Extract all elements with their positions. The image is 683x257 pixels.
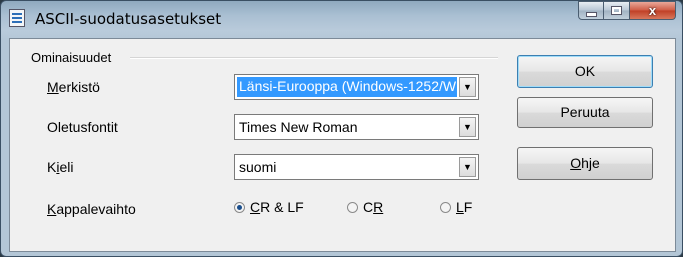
radio-indicator[interactable]: [440, 201, 451, 213]
radio-indicator[interactable]: [347, 201, 358, 213]
radio-cr-lf-mnemonic: C: [250, 199, 261, 215]
language-combo[interactable]: suomi ▼: [234, 154, 479, 180]
charset-label-rest: erkistö: [58, 79, 100, 95]
radio-indicator[interactable]: [234, 201, 245, 213]
chevron-down-icon[interactable]: ▼: [459, 157, 476, 177]
language-value: suomi: [239, 159, 277, 175]
maximize-icon: [611, 6, 622, 15]
title-bar[interactable]: ASCII-suodatusasetukset x: [1, 1, 682, 37]
chevron-down-icon[interactable]: ▼: [459, 77, 476, 97]
close-icon: x: [648, 3, 657, 18]
paragraph-label-mnemonic: K: [47, 201, 57, 217]
fonts-value: Times New Roman: [239, 119, 358, 135]
group-divider: [130, 57, 498, 59]
group-label: Ominaisuudet: [31, 50, 112, 65]
close-button[interactable]: x: [630, 1, 676, 20]
window-title: ASCII-suodatusasetukset: [35, 10, 222, 28]
radio-cr-lf-rest: R & LF: [260, 199, 304, 215]
caption-buttons: x: [578, 1, 676, 21]
dialog-window: ASCII-suodatusasetukset x Ominaisuudet M…: [0, 0, 683, 257]
radio-cr-pre: C: [363, 199, 374, 215]
help-button[interactable]: Ohje: [517, 147, 653, 180]
fonts-label: Oletusfontit: [47, 119, 118, 135]
fonts-combo[interactable]: Times New Roman ▼: [234, 114, 479, 140]
charset-label-mnemonic: M: [47, 79, 59, 95]
help-rest: hje: [581, 155, 600, 171]
radio-cr-lf[interactable]: CR & LF: [234, 199, 304, 215]
cancel-button[interactable]: Peruuta: [517, 97, 653, 128]
charset-label: Merkistö: [47, 79, 100, 95]
document-icon: [9, 9, 25, 27]
maximize-button[interactable]: [604, 1, 630, 20]
language-label-pre: K: [47, 159, 57, 175]
paragraph-break-label: Kappalevaihto: [47, 201, 136, 217]
language-label: Kieli: [47, 159, 73, 175]
radio-lf-rest: F: [463, 199, 473, 215]
radio-cr-mnemonic: R: [373, 199, 384, 215]
dialog-body: Ominaisuudet Merkistö Länsi-Eurooppa (Wi…: [9, 38, 676, 252]
radio-cr[interactable]: CR: [347, 199, 383, 215]
minimize-icon: [585, 11, 597, 17]
minimize-button[interactable]: [578, 1, 604, 20]
ok-button[interactable]: OK: [517, 55, 653, 88]
charset-value: Länsi-Eurooppa (Windows-1252/WinLatin 1): [237, 77, 457, 97]
chevron-down-icon[interactable]: ▼: [459, 117, 476, 137]
language-label-rest: eli: [59, 159, 74, 175]
charset-combo[interactable]: Länsi-Eurooppa (Windows-1252/WinLatin 1)…: [234, 74, 479, 100]
radio-lf[interactable]: LF: [440, 199, 472, 215]
paragraph-label-rest: appalevaihto: [56, 201, 136, 217]
radio-lf-mnemonic: L: [456, 199, 464, 215]
help-mnemonic: O: [570, 155, 582, 171]
